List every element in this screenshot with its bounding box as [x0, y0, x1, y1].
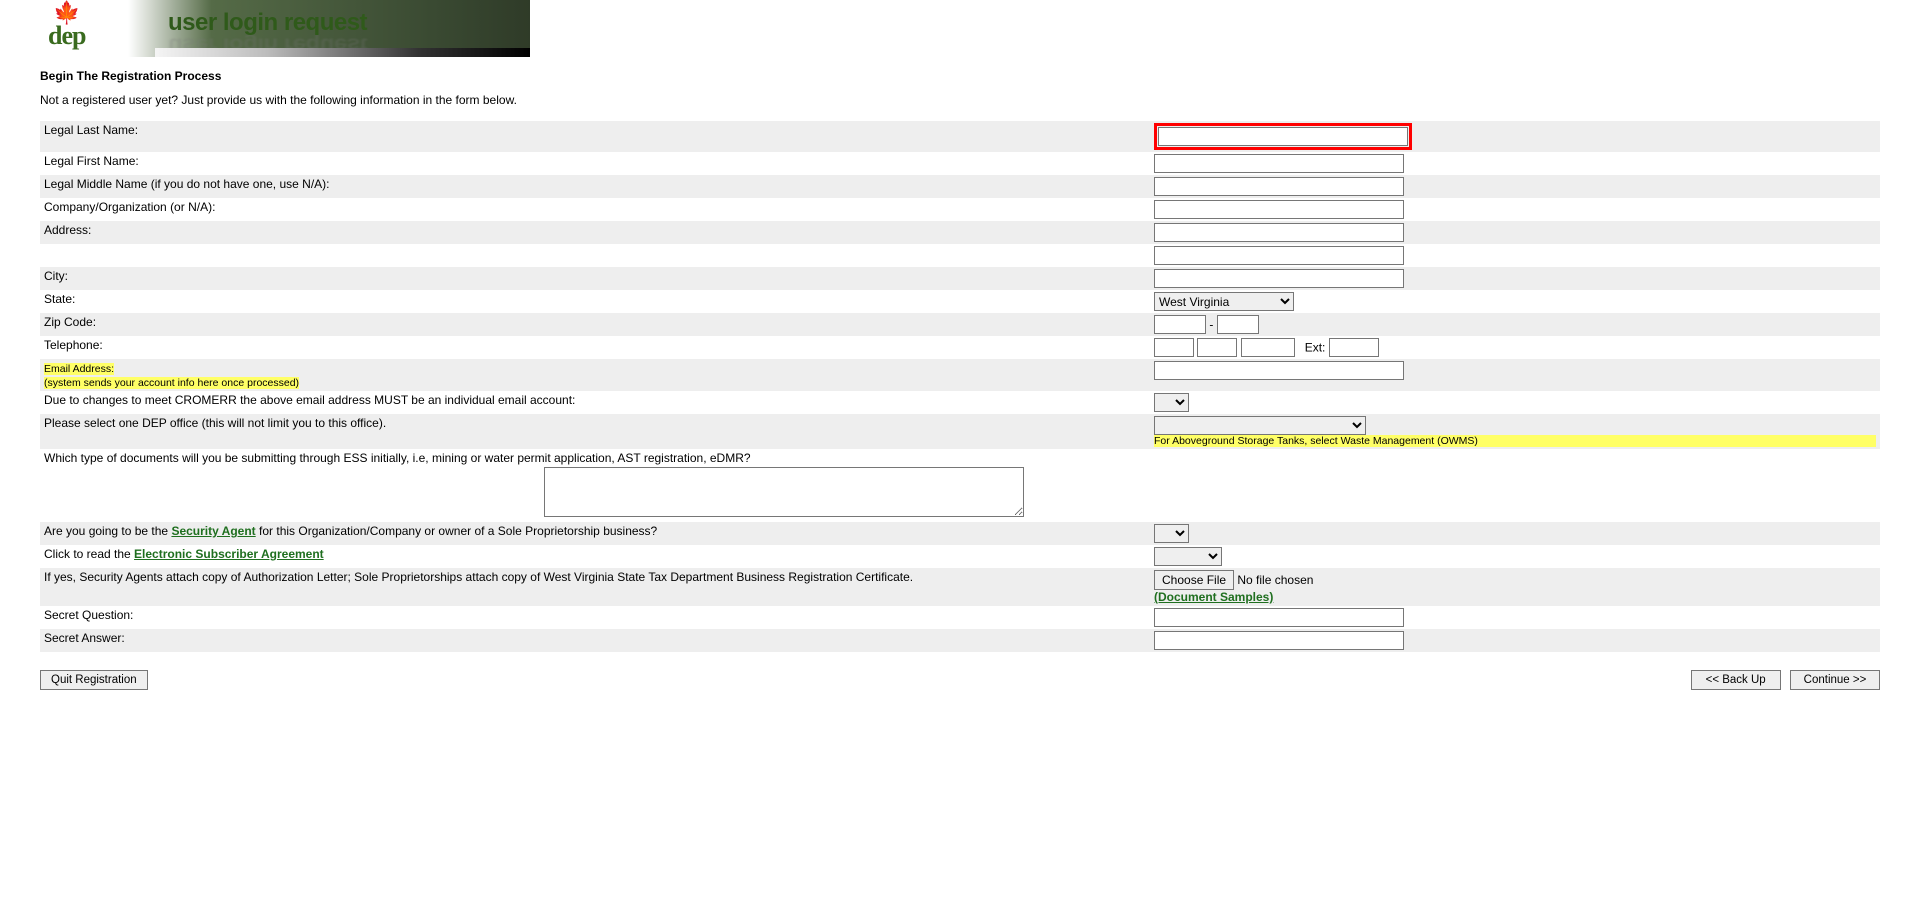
label-email-note: (system sends your account info here onc… — [44, 377, 299, 389]
choose-file-button[interactable]: Choose File — [1154, 570, 1234, 590]
zip1-input[interactable] — [1154, 315, 1206, 334]
label-secret-q: Secret Question: — [40, 606, 1150, 629]
city-input[interactable] — [1154, 269, 1404, 288]
last-name-input[interactable] — [1158, 127, 1408, 146]
label-address: Address: — [40, 221, 1150, 244]
label-attach: If yes, Security Agents attach copy of A… — [40, 568, 1150, 606]
zip-sep: - — [1206, 318, 1217, 332]
company-input[interactable] — [1154, 200, 1404, 219]
dep-office-select[interactable] — [1154, 416, 1366, 435]
security-agent-link[interactable]: Security Agent — [171, 524, 255, 538]
doc-type-textarea[interactable] — [544, 467, 1024, 517]
continue-button[interactable]: Continue >> — [1790, 670, 1880, 690]
state-select[interactable]: West Virginia — [1154, 292, 1294, 311]
tel1-input[interactable] — [1154, 338, 1194, 357]
header-banner: 🍁 dep user login request user login requ… — [40, 0, 530, 57]
ext-label: Ext: — [1305, 341, 1326, 355]
security-agent-pre: Are you going to be the — [44, 524, 171, 538]
tel2-input[interactable] — [1197, 338, 1237, 357]
address1-input[interactable] — [1154, 223, 1404, 242]
quit-registration-button[interactable]: Quit Registration — [40, 670, 148, 690]
banner-title: user login request — [168, 9, 367, 37]
logo-text: dep — [48, 24, 85, 47]
label-address2 — [40, 244, 1150, 267]
label-last-name: Legal Last Name: — [40, 121, 1150, 152]
cromerr-select[interactable] — [1154, 393, 1189, 412]
back-up-button[interactable]: << Back Up — [1691, 670, 1781, 690]
esa-select[interactable] — [1154, 547, 1222, 566]
last-name-highlight — [1154, 123, 1412, 150]
secret-question-input[interactable] — [1154, 608, 1404, 627]
address2-input[interactable] — [1154, 246, 1404, 265]
zip2-input[interactable] — [1217, 315, 1259, 334]
label-middle-name: Legal Middle Name (if you do not have on… — [40, 175, 1150, 198]
security-agent-post: for this Organization/Company or owner o… — [256, 524, 658, 538]
esa-pre: Click to read the — [44, 547, 134, 561]
secret-answer-input[interactable] — [1154, 631, 1404, 650]
esa-link[interactable]: Electronic Subscriber Agreement — [134, 547, 324, 561]
email-input[interactable] — [1154, 361, 1404, 380]
label-company: Company/Organization (or N/A): — [40, 198, 1150, 221]
label-zip: Zip Code: — [40, 313, 1150, 336]
label-telephone: Telephone: — [40, 336, 1150, 359]
first-name-input[interactable] — [1154, 154, 1404, 173]
label-city: City: — [40, 267, 1150, 290]
document-samples-link[interactable]: (Document Samples) — [1154, 590, 1273, 604]
no-file-chosen: No file chosen — [1237, 573, 1313, 587]
intro-text: Not a registered user yet? Just provide … — [40, 93, 1880, 107]
dep-office-note: For Aboveground Storage Tanks, select Wa… — [1154, 435, 1876, 447]
section-heading: Begin The Registration Process — [40, 69, 1880, 83]
label-email: Email Address: — [44, 363, 114, 375]
ext-input[interactable] — [1329, 338, 1379, 357]
tel3-input[interactable] — [1241, 338, 1295, 357]
label-state: State: — [40, 290, 1150, 313]
label-dep-office: Please select one DEP office (this will … — [40, 414, 1150, 449]
label-doc-type: Which type of documents will you be subm… — [44, 451, 751, 465]
dep-logo: 🍁 dep — [48, 2, 85, 47]
middle-name-input[interactable] — [1154, 177, 1404, 196]
label-first-name: Legal First Name: — [40, 152, 1150, 175]
banner-stripe — [155, 48, 530, 57]
label-cromerr: Due to changes to meet CROMERR the above… — [40, 391, 1150, 414]
security-agent-select[interactable] — [1154, 524, 1189, 543]
registration-form: Legal Last Name: Legal First Name: Legal… — [40, 121, 1880, 652]
label-secret-a: Secret Answer: — [40, 629, 1150, 652]
